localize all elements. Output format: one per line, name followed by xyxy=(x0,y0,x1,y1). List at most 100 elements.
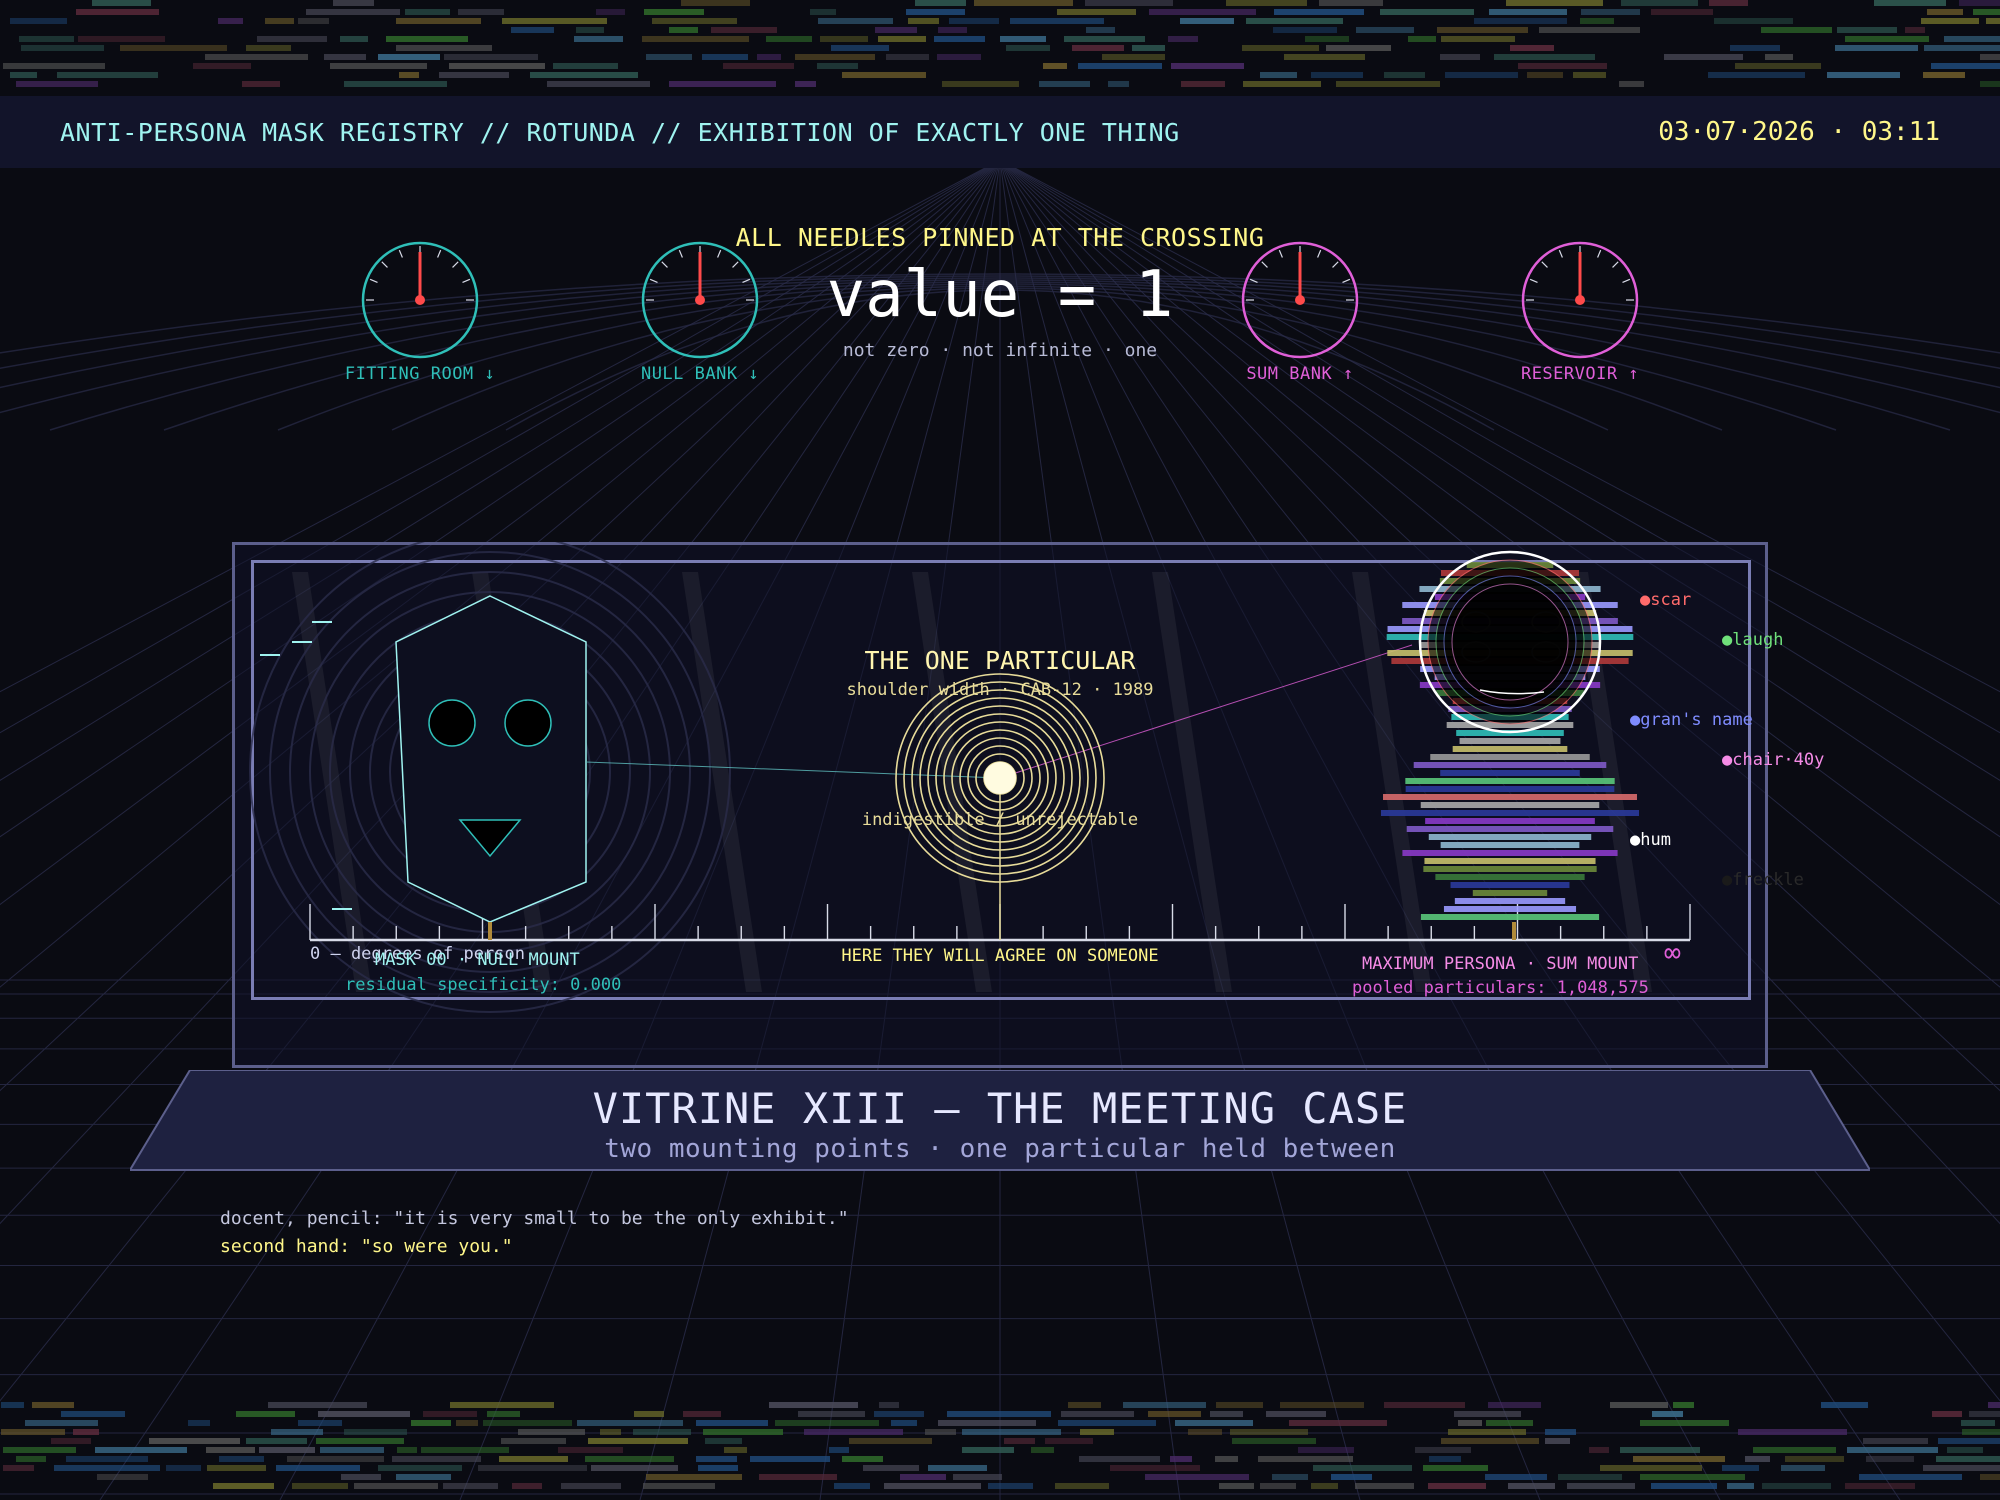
vitrine-title: VITRINE XIII — THE MEETING CASE xyxy=(592,1084,1408,1133)
noise-block xyxy=(842,72,926,78)
noise-block xyxy=(1319,0,1383,6)
noise-block xyxy=(1043,63,1067,69)
noise-block xyxy=(804,1429,903,1435)
noise-block xyxy=(21,45,104,51)
noise-block xyxy=(1986,18,2000,24)
noise-block xyxy=(73,1429,99,1435)
noise-block xyxy=(759,1474,837,1480)
noise-block xyxy=(1610,1402,1668,1408)
noise-block xyxy=(218,18,243,24)
noise-block xyxy=(399,72,419,78)
registry-title: ANTI-PERSONA MASK REGISTRY // ROTUNDA //… xyxy=(60,117,1180,147)
noise-block xyxy=(1510,45,1554,51)
noise-block xyxy=(928,1465,987,1471)
noise-block xyxy=(1242,45,1319,51)
noise-block xyxy=(1170,1456,1192,1462)
noise-block xyxy=(1175,1420,1253,1426)
particular-scar: ●scar xyxy=(1640,590,1692,610)
noise-block xyxy=(1847,1447,1938,1453)
noise-block xyxy=(1428,1483,1486,1489)
noise-block xyxy=(891,1420,917,1426)
noise-block xyxy=(988,1483,1033,1489)
noise-block xyxy=(246,1438,307,1444)
noise-block xyxy=(596,9,625,15)
noise-block xyxy=(938,1420,1036,1426)
noise-block xyxy=(1058,1420,1156,1426)
noise-block xyxy=(1931,63,2000,69)
noise-block xyxy=(1980,81,2000,87)
noise-block xyxy=(1714,18,1793,24)
noise-block xyxy=(511,27,554,33)
noise-block xyxy=(1384,72,1425,78)
noise-block xyxy=(1004,1438,1035,1444)
noise-block xyxy=(1102,54,1165,60)
noise-block xyxy=(1,1429,65,1435)
noise-block xyxy=(834,1483,870,1489)
noise-block xyxy=(1226,0,1307,6)
noise-block xyxy=(396,18,481,24)
noise-block xyxy=(1148,1411,1201,1417)
noise-block xyxy=(95,1447,187,1453)
crossing-title: ALL NEEDLES PINNED AT THE CROSSING xyxy=(735,223,1265,252)
noise-block xyxy=(1219,1483,1254,1489)
noise-block xyxy=(820,36,868,42)
noise-block xyxy=(1640,1474,1745,1480)
noise-block xyxy=(1558,1474,1622,1480)
noise-block xyxy=(1765,54,1793,60)
noise-block xyxy=(633,1429,691,1435)
noise-block xyxy=(205,54,308,60)
noise-block xyxy=(1761,27,1832,33)
noise-block xyxy=(518,1429,585,1435)
noise-block xyxy=(558,1447,623,1453)
noise-block xyxy=(265,18,294,24)
noise-block xyxy=(646,54,692,60)
noise-block xyxy=(705,1438,742,1444)
noise-block xyxy=(1485,1474,1547,1480)
vitrine-subtitle: two mounting points · one particular hel… xyxy=(604,1134,1396,1164)
noise-block xyxy=(1284,54,1365,60)
noise-block xyxy=(1527,72,1563,78)
noise-block xyxy=(1845,36,1929,42)
noise-block xyxy=(341,1474,381,1480)
noise-block xyxy=(392,1456,481,1462)
gauge-fitting-room: FITTING ROOM ↓ xyxy=(340,240,500,410)
noise-block xyxy=(947,1411,1051,1417)
noise-block xyxy=(1567,1483,1635,1489)
noise-block xyxy=(798,1411,865,1417)
noise-block xyxy=(306,9,400,15)
gauge-label: SUM BANK ↑ xyxy=(1246,364,1354,384)
noise-block xyxy=(937,54,981,60)
noise-block xyxy=(92,0,151,6)
noise-block xyxy=(953,1474,1002,1480)
noise-block xyxy=(32,1402,74,1408)
noise-block xyxy=(1326,45,1391,51)
noise-block xyxy=(1785,1456,1844,1462)
noise-block xyxy=(3,1465,34,1471)
noise-block xyxy=(1727,1483,1754,1489)
noise-block xyxy=(207,1465,266,1471)
gauge-reservoir: RESERVOIR ↑ xyxy=(1500,240,1660,410)
noise-block xyxy=(340,36,368,42)
docent-note: docent, pencil: "it is very small to be … xyxy=(220,1208,849,1229)
noise-block xyxy=(1181,81,1225,87)
noise-block xyxy=(1589,1447,1609,1453)
noise-block xyxy=(236,1411,295,1417)
noise-block xyxy=(1355,1483,1414,1489)
noise-block xyxy=(696,1456,737,1462)
noise-block xyxy=(1079,1456,1160,1462)
noise-block xyxy=(1445,72,1518,78)
noise-block xyxy=(874,1411,924,1417)
noise-block xyxy=(1944,36,2000,42)
noise-block xyxy=(268,1402,367,1408)
noise-block xyxy=(1921,18,1979,24)
noise-block xyxy=(766,36,812,42)
noise-block xyxy=(1258,1456,1353,1462)
noise-block xyxy=(443,1483,498,1489)
noise-block xyxy=(1145,1474,1249,1480)
particular-subtitle: shoulder width · CAB-12 · 1989 xyxy=(846,680,1154,700)
noise-block xyxy=(57,72,158,78)
noise-block xyxy=(344,1429,407,1435)
noise-block xyxy=(1781,1465,1825,1471)
value-readout: value = 1 xyxy=(826,258,1174,332)
noise-block xyxy=(450,1402,554,1408)
